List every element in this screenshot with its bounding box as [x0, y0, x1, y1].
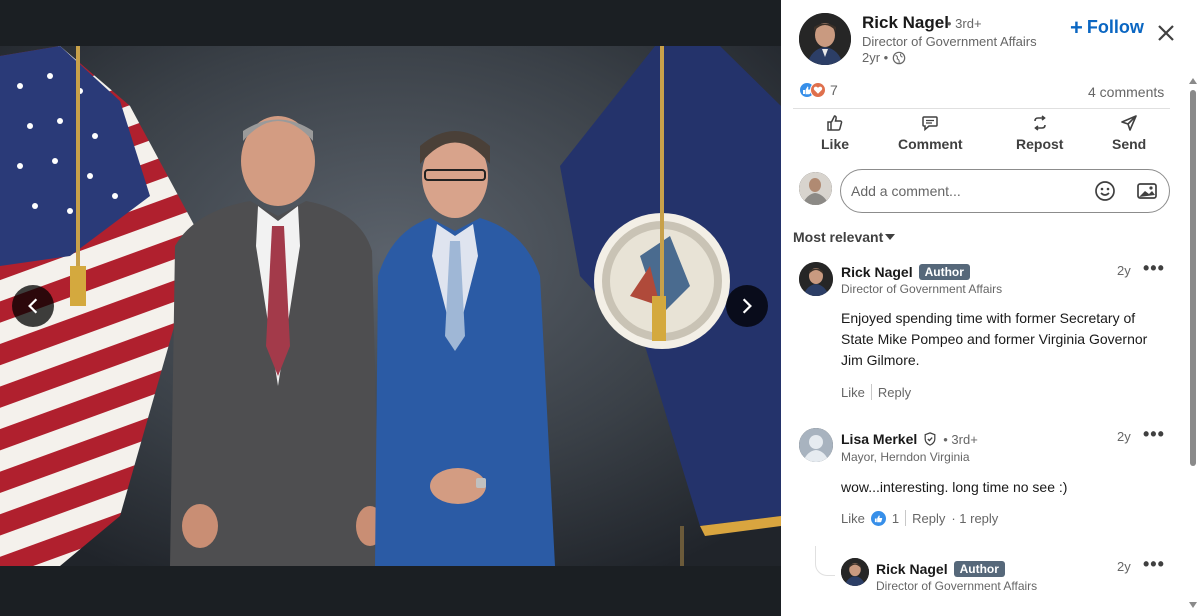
- author-avatar[interactable]: [799, 13, 851, 65]
- comment-like-button[interactable]: Like: [841, 385, 865, 400]
- emoji-icon[interactable]: [1093, 179, 1117, 203]
- commenter-headline: Director of Government Affairs: [841, 282, 1003, 296]
- add-comment-input[interactable]: [851, 183, 1075, 199]
- globe-icon: [892, 51, 906, 65]
- post-timestamp: 2yr •: [862, 50, 906, 65]
- follow-button[interactable]: + Follow: [1070, 14, 1144, 40]
- reaction-icons: [799, 82, 826, 98]
- close-icon: [1158, 25, 1174, 41]
- previous-image-button[interactable]: [12, 285, 54, 327]
- more-options-icon[interactable]: •••: [1143, 554, 1165, 575]
- post-photo: [0, 46, 781, 566]
- like-button[interactable]: Like: [821, 114, 849, 152]
- repost-label: Repost: [1016, 136, 1064, 152]
- comments-count-link[interactable]: 4 comments: [1088, 84, 1164, 100]
- sort-label: Most relevant: [793, 229, 884, 245]
- commenter-avatar[interactable]: [841, 558, 869, 586]
- thumbs-up-icon: [827, 115, 843, 131]
- like-reaction-icon: [870, 510, 886, 526]
- commenter-avatar[interactable]: [799, 262, 833, 296]
- panel-scrollbar[interactable]: [1188, 70, 1198, 616]
- commenter-name-row: Lisa Merkel • 3rd+: [841, 431, 978, 447]
- scroll-up-icon[interactable]: [1189, 78, 1197, 84]
- reactions-summary[interactable]: 7: [799, 82, 838, 98]
- send-label: Send: [1112, 136, 1147, 152]
- repost-button[interactable]: Repost: [1016, 114, 1063, 152]
- verified-icon: [923, 432, 937, 446]
- comment-reply-button[interactable]: Reply: [912, 511, 945, 526]
- more-options-icon[interactable]: •••: [1143, 258, 1165, 279]
- separator: [905, 510, 907, 526]
- chevron-left-icon: [28, 298, 38, 314]
- author-badge: Author: [953, 561, 1005, 577]
- commenter-avatar[interactable]: [799, 428, 833, 462]
- photo-viewer: [0, 0, 781, 616]
- comment-button[interactable]: Comment: [898, 114, 963, 152]
- commenter-name-row: Rick Nagel Author: [841, 264, 970, 280]
- next-image-button[interactable]: [726, 285, 768, 327]
- post-time-text: 2yr •: [862, 50, 889, 65]
- replies-link[interactable]: · 1 reply: [951, 511, 998, 526]
- close-button[interactable]: [1154, 21, 1178, 45]
- connection-degree: • 3rd+: [943, 431, 978, 447]
- commenter-headline: Director of Government Affairs: [876, 579, 1038, 593]
- commenter-name[interactable]: Rick Nagel: [841, 264, 913, 280]
- social-action-bar: Like Comment Repost Send: [781, 114, 1181, 160]
- more-options-icon[interactable]: •••: [1143, 424, 1165, 445]
- like-label: Like: [821, 136, 850, 152]
- repost-icon: [1033, 115, 1046, 131]
- current-user-avatar[interactable]: [799, 172, 832, 205]
- scroll-down-icon[interactable]: [1189, 602, 1197, 608]
- comment-sort-dropdown[interactable]: Most relevant: [793, 229, 896, 245]
- image-icon[interactable]: [1135, 179, 1159, 203]
- reaction-count: 7: [830, 82, 838, 98]
- reply-thread-line: [815, 546, 835, 576]
- commenter-headline: Mayor, Herndon Virginia: [841, 450, 970, 464]
- love-reaction-icon: [810, 82, 826, 98]
- send-icon: [1121, 115, 1137, 131]
- separator: [870, 384, 872, 400]
- comment-like-button[interactable]: Like: [841, 511, 865, 526]
- send-button[interactable]: Send: [1112, 114, 1146, 152]
- comment-time: 2y: [1117, 559, 1131, 574]
- add-comment-box: [840, 169, 1170, 213]
- comment-text: Enjoyed spending time with former Secret…: [841, 310, 1148, 368]
- commenter-name[interactable]: Lisa Merkel: [841, 431, 917, 447]
- divider: [793, 108, 1170, 109]
- connection-degree: • 3rd+: [947, 16, 982, 31]
- comment-label: Comment: [898, 136, 963, 152]
- post-photo-illustration: [0, 46, 781, 566]
- comment-reply-button[interactable]: Reply: [878, 385, 911, 400]
- scroll-thumb[interactable]: [1190, 90, 1196, 466]
- plus-icon: +: [1070, 14, 1083, 40]
- caret-down-icon: [885, 234, 896, 240]
- comment-like-count[interactable]: 1: [892, 511, 899, 526]
- author-name[interactable]: Rick Nagel: [862, 13, 949, 33]
- post-details-panel: Rick Nagel • 3rd+ Director of Government…: [781, 0, 1200, 616]
- author-badge: Author: [918, 264, 970, 280]
- commenter-name[interactable]: Rick Nagel: [876, 561, 948, 577]
- comment-time: 2y: [1117, 263, 1131, 278]
- comment-actions: Like 1 Reply · 1 reply: [841, 510, 998, 526]
- comment-text: wow...interesting. long time no see :): [841, 479, 1068, 495]
- author-headline: Director of Government Affairs: [862, 34, 1037, 49]
- commenter-name-row: Rick Nagel Author: [876, 561, 1005, 577]
- comment-actions: Like Reply: [841, 384, 911, 400]
- follow-label: Follow: [1086, 17, 1144, 37]
- comment-icon: [922, 116, 939, 132]
- comment-time: 2y: [1117, 429, 1131, 444]
- chevron-right-icon: [742, 298, 752, 314]
